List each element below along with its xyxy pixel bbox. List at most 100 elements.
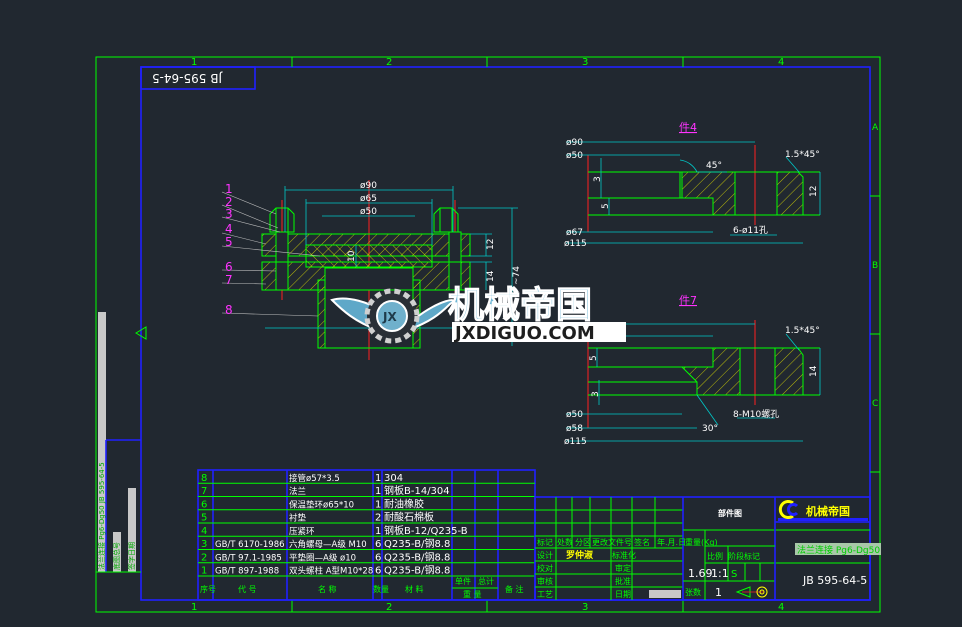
weight-label: 重量(Kg) bbox=[685, 537, 718, 547]
parts-row-3-material: Q235-B/钢8.8 bbox=[384, 537, 450, 550]
header-remark: 备 注 bbox=[505, 584, 524, 594]
parts-row-7-no: 7 bbox=[201, 486, 207, 497]
parts-row-4-no: 4 bbox=[201, 526, 207, 537]
parts-row-5-name: 衬垫 bbox=[289, 513, 307, 524]
balloon-7: 7 bbox=[225, 273, 233, 287]
detail-7-chamfer: 1.5*45° bbox=[785, 326, 820, 336]
parts-row-4-name: 压紧环 bbox=[289, 527, 315, 537]
parts-row-5-material: 耐酸石棉板 bbox=[384, 511, 434, 524]
parts-row-2-material: Q235-B/钢8.8 bbox=[384, 550, 450, 563]
zone-col-4: 4 bbox=[778, 57, 784, 68]
main-dim-d90: ø90 bbox=[360, 181, 377, 191]
parts-row-4-qty: 1 bbox=[375, 526, 381, 537]
watermark-logo: JX 机械帝国 JXDIGUO.COM bbox=[330, 284, 626, 344]
parts-row-7-name: 法兰 bbox=[289, 486, 306, 497]
zone-col-2-bottom: 2 bbox=[386, 602, 392, 613]
stage-value: S bbox=[731, 569, 737, 580]
parts-row-3-no: 3 bbox=[201, 539, 207, 550]
parts-row-4-material: 钢板B-12/Q235-B bbox=[384, 524, 468, 537]
header-material: 材 料 bbox=[405, 584, 424, 594]
detail-7-holes: 8-M10螺孔 bbox=[733, 409, 779, 420]
inverted-number-box: JB 595-64-5 bbox=[140, 66, 256, 90]
side-strip-text-3: 签字日期 bbox=[127, 542, 136, 570]
role-check: 校对 bbox=[537, 563, 553, 573]
scale-value: 1:1 bbox=[711, 567, 729, 580]
parts-row-1-code: GB/T 897-1988 bbox=[215, 567, 279, 577]
role-approve-review: 审定 bbox=[615, 563, 631, 573]
company-name: 机械帝国 bbox=[806, 504, 850, 518]
detail-7-h3: 3 bbox=[591, 391, 601, 397]
parts-table: 序号 代 号 名 称 数量 材 料 单件 总计 重 量 备 注 8 接管ø57*3… bbox=[197, 469, 536, 601]
watermark-url: JXDIGUO.COM bbox=[453, 323, 595, 344]
parts-row-2-name: 平垫圈—A级 ø10 bbox=[289, 552, 356, 563]
role-review: 审核 bbox=[537, 576, 553, 586]
balloon-8: 8 bbox=[225, 303, 233, 317]
detail-4-angle: 45° bbox=[706, 161, 722, 171]
parts-row-8-qty: 1 bbox=[375, 473, 381, 484]
weight-value: 1.69 bbox=[688, 567, 713, 580]
detail-4-t12: 12 bbox=[809, 186, 819, 197]
main-dim-t14: 14 bbox=[486, 270, 496, 282]
parts-row-6-qty: 1 bbox=[375, 499, 381, 510]
side-strip-text-2: 底图总号 bbox=[112, 542, 121, 570]
parts-row-7-material: 钢板B-14/304 bbox=[384, 484, 450, 497]
zone-row-c: C bbox=[872, 399, 878, 409]
main-dim-d65: ø65 bbox=[360, 194, 377, 204]
rev-header-1: 处数 bbox=[557, 537, 573, 547]
cad-drawing: 1 2 3 4 1 2 3 4 A B C JB 595-64-5 法兰连接 P… bbox=[95, 56, 881, 613]
parts-row-5-no: 5 bbox=[201, 513, 207, 524]
main-dim-d50: ø50 bbox=[360, 207, 377, 217]
header-weight: 重 量 bbox=[463, 589, 482, 599]
drawing-subtitle: 法兰连接 Pg6-Dg50 bbox=[797, 544, 880, 556]
parts-row-3-qty: 6 bbox=[375, 539, 381, 550]
header-qty: 数量 bbox=[373, 584, 389, 594]
header-name: 名 称 bbox=[318, 584, 337, 594]
detail-7-h5: 5 bbox=[589, 355, 599, 361]
sheets-value: 1 bbox=[715, 586, 722, 599]
rev-header-5: 年.月.日 bbox=[657, 537, 686, 547]
title-drawing-number: JB 595-64-5 bbox=[802, 574, 867, 587]
parts-row-6-name: 保温垫环ø65*10 bbox=[289, 499, 354, 510]
parts-row-1-material: Q235-B/钢8.8 bbox=[384, 564, 450, 577]
nut-right bbox=[433, 207, 459, 233]
zone-col-4-bottom: 4 bbox=[778, 602, 784, 613]
detail-part-4: 件4 ø90 ø50 ø67 ø115 3 5 12 45° 1.5*45° 6… bbox=[564, 121, 821, 249]
projection-symbol-icon bbox=[735, 586, 768, 598]
header-no: 序号 bbox=[200, 584, 216, 594]
parts-row-7-qty: 1 bbox=[375, 486, 381, 497]
detail-7-t14: 14 bbox=[809, 365, 819, 377]
role-standard: 标准化 bbox=[612, 550, 636, 560]
detail-4-title: 件4 bbox=[679, 121, 697, 134]
detail-7-d58: ø58 bbox=[566, 424, 583, 434]
rev-header-2: 分区 bbox=[575, 538, 591, 547]
balloon-4: 4 bbox=[225, 222, 233, 236]
main-dim-h74: ~74 bbox=[512, 266, 522, 285]
date-field bbox=[649, 590, 681, 598]
balloon-3: 3 bbox=[225, 207, 233, 221]
detail-7-title: 件7 bbox=[679, 294, 697, 307]
rev-header-4: 签名 bbox=[634, 537, 650, 547]
main-dim-t10: 10 bbox=[347, 250, 357, 262]
side-strip: 法兰连接 Pg6-Dg50 JB 595-64-5 底图总号 签字日期 bbox=[96, 312, 147, 573]
title-block: 标记 处数 分区 更改文件号 签名 年.月.日 设计 校对 审核 工艺 罗仲淑 … bbox=[534, 496, 881, 601]
rev-header-0: 标记 bbox=[537, 537, 553, 547]
company-logo: 机械帝国 bbox=[778, 500, 868, 521]
detail-4-d90: ø90 bbox=[566, 138, 583, 148]
watermark-cn: 机械帝国 bbox=[448, 285, 592, 326]
parts-row-3-code: GB/T 6170-1986 bbox=[215, 540, 285, 550]
detail-4-d67: ø67 bbox=[566, 228, 583, 238]
watermark-badge: JX bbox=[382, 310, 397, 324]
zone-col-1-bottom: 1 bbox=[191, 602, 197, 613]
sheets-label: 张数 bbox=[685, 587, 701, 597]
role-process: 工艺 bbox=[537, 590, 553, 599]
parts-row-1-name: 双头螺柱 A型M10*28 bbox=[289, 566, 373, 577]
header-total: 总计 bbox=[478, 576, 494, 586]
detail-4-h3: 3 bbox=[593, 176, 603, 182]
parts-row-2-code: GB/T 97.1-1985 bbox=[215, 553, 282, 563]
header-unit: 单件 bbox=[455, 576, 471, 586]
parts-row-1-no: 1 bbox=[201, 566, 207, 577]
zone-col-3-bottom: 3 bbox=[582, 602, 588, 613]
stage-label: 阶段标记 bbox=[728, 551, 760, 561]
detail-4-h5: 5 bbox=[601, 203, 611, 209]
parts-row-2-no: 2 bbox=[201, 552, 207, 563]
